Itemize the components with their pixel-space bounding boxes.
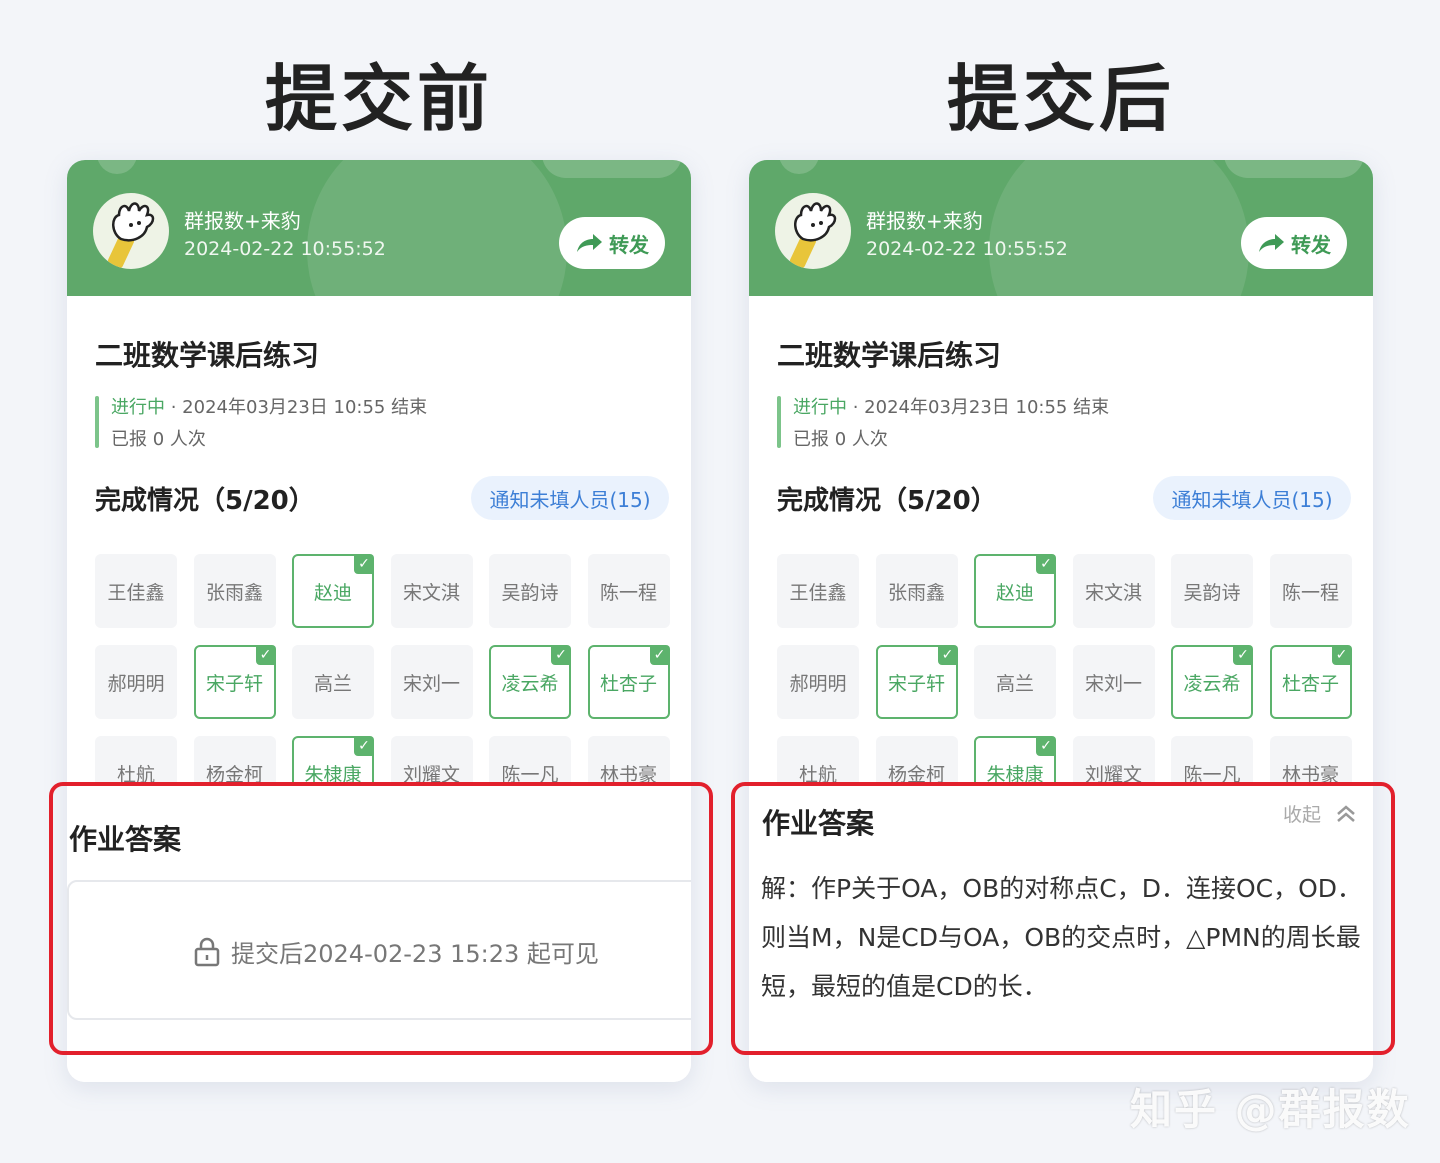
group-name: 群报数+来豹: [184, 209, 301, 233]
student-name: 宋刘一: [402, 672, 460, 695]
hand-mascot-icon: [789, 202, 837, 268]
task-title: 二班数学课后练习: [95, 339, 320, 372]
group-name: 群报数+来豹: [866, 209, 983, 233]
student-name: 高兰: [995, 672, 1034, 695]
student-cell[interactable]: 陈一程: [1269, 554, 1352, 628]
status-line: 进行中 · 2024年03月23日 10:55 结束: [111, 393, 427, 419]
student-name: 吴韵诗: [501, 581, 559, 604]
student-cell[interactable]: 郝明明: [95, 645, 177, 719]
share-label: 转发: [609, 232, 649, 257]
student-name: 张雨鑫: [205, 581, 263, 604]
share-arrow-icon: [1259, 234, 1284, 252]
student-cell[interactable]: 宋子轩 ✓: [875, 645, 958, 719]
status-line: 进行中 · 2024年03月23日 10:55 结束: [793, 393, 1109, 419]
student-cell[interactable]: 王佳鑫: [95, 554, 177, 628]
student-name: 陈一程: [1281, 581, 1339, 604]
student-name: 郝明明: [789, 672, 847, 695]
student-name: 高兰: [313, 672, 352, 695]
student-name: 赵迪: [995, 581, 1034, 604]
student-cell[interactable]: 杜杏子 ✓: [587, 645, 670, 719]
avatar: [93, 193, 169, 269]
student-name: 杜杏子: [1281, 672, 1339, 695]
student-cell[interactable]: 张雨鑫: [193, 554, 276, 628]
student-name: 王佳鑫: [789, 581, 847, 604]
check-icon: ✓: [255, 645, 276, 665]
status-accent: [777, 396, 781, 448]
status-accent: [95, 396, 99, 448]
student-cell[interactable]: 高兰: [292, 645, 374, 719]
reported-count: 已报 0 人次: [793, 429, 888, 450]
student-cell[interactable]: 杜杏子 ✓: [1269, 645, 1352, 719]
check-icon: ✓: [1331, 645, 1352, 665]
share-label: 转发: [1291, 232, 1331, 257]
student-name: 凌云希: [1183, 672, 1241, 695]
check-icon: ✓: [354, 736, 374, 756]
student-name: 宋文淇: [402, 581, 460, 604]
student-cell[interactable]: 宋文淇: [1072, 554, 1155, 628]
student-name: 宋子轩: [205, 672, 263, 695]
after-column-title: 提交后: [946, 57, 1175, 141]
student-name: 凌云希: [501, 672, 559, 695]
highlight-frame-before: [49, 782, 713, 1055]
highlight-frame-after: [731, 782, 1395, 1055]
status-state: 进行中: [111, 397, 165, 418]
card-header: 群报数+来豹 2024-02-22 10:55:52 转发: [67, 160, 691, 296]
before-column-title: 提交前: [264, 57, 493, 141]
check-icon: ✓: [649, 645, 670, 665]
check-icon: ✓: [354, 554, 374, 574]
post-datetime: 2024-02-22 10:55:52: [866, 238, 1068, 260]
student-name: 陈一程: [599, 581, 657, 604]
share-arrow-icon: [577, 234, 602, 252]
post-datetime: 2024-02-22 10:55:52: [184, 238, 386, 260]
notify-unfilled-button[interactable]: 通知未填人员(15): [1153, 476, 1351, 520]
student-cell[interactable]: 赵迪 ✓: [292, 554, 374, 628]
student-cell[interactable]: 陈一程: [587, 554, 670, 628]
share-button[interactable]: 转发: [559, 217, 665, 269]
student-cell[interactable]: 宋刘一: [390, 645, 473, 719]
student-cell[interactable]: 王佳鑫: [777, 554, 859, 628]
status-deadline: · 2024年03月23日 10:55 结束: [852, 397, 1110, 418]
watermark: 知乎 @群报数: [1130, 1085, 1411, 1134]
student-name: 宋子轩: [887, 672, 945, 695]
check-icon: ✓: [551, 645, 571, 665]
student-cell[interactable]: 凌云希 ✓: [489, 645, 571, 719]
student-name: 郝明明: [107, 672, 165, 695]
hand-mascot-icon: [107, 202, 155, 268]
student-name: 宋文淇: [1084, 581, 1142, 604]
check-icon: ✓: [1036, 736, 1056, 756]
check-icon: ✓: [937, 645, 958, 665]
status-state: 进行中: [793, 397, 847, 418]
student-cell[interactable]: 高兰: [974, 645, 1056, 719]
student-name: 吴韵诗: [1183, 581, 1241, 604]
student-cell[interactable]: 凌云希 ✓: [1171, 645, 1253, 719]
student-cell[interactable]: 宋文淇: [390, 554, 473, 628]
student-cell[interactable]: 郝明明: [777, 645, 859, 719]
student-cell[interactable]: 宋子轩 ✓: [193, 645, 276, 719]
student-cell[interactable]: 张雨鑫: [875, 554, 958, 628]
card-header: 群报数+来豹 2024-02-22 10:55:52 转发: [749, 160, 1373, 296]
student-name: 杜杏子: [599, 672, 657, 695]
task-title: 二班数学课后练习: [777, 339, 1002, 372]
student-cell[interactable]: 宋刘一: [1072, 645, 1155, 719]
avatar: [775, 193, 851, 269]
student-name: 王佳鑫: [107, 581, 165, 604]
check-icon: ✓: [1036, 554, 1056, 574]
student-cell[interactable]: 吴韵诗: [489, 554, 571, 628]
completion-title: 完成情况（5/20）: [777, 486, 997, 516]
student-name: 张雨鑫: [887, 581, 945, 604]
notify-unfilled-button[interactable]: 通知未填人员(15): [471, 476, 669, 520]
student-cell[interactable]: 吴韵诗: [1171, 554, 1253, 628]
reported-count: 已报 0 人次: [111, 429, 206, 450]
student-name: 宋刘一: [1084, 672, 1142, 695]
completion-title: 完成情况（5/20）: [95, 486, 315, 516]
status-deadline: · 2024年03月23日 10:55 结束: [170, 397, 428, 418]
check-icon: ✓: [1233, 645, 1253, 665]
student-cell[interactable]: 赵迪 ✓: [974, 554, 1056, 628]
student-name: 赵迪: [313, 581, 352, 604]
share-button[interactable]: 转发: [1241, 217, 1347, 269]
